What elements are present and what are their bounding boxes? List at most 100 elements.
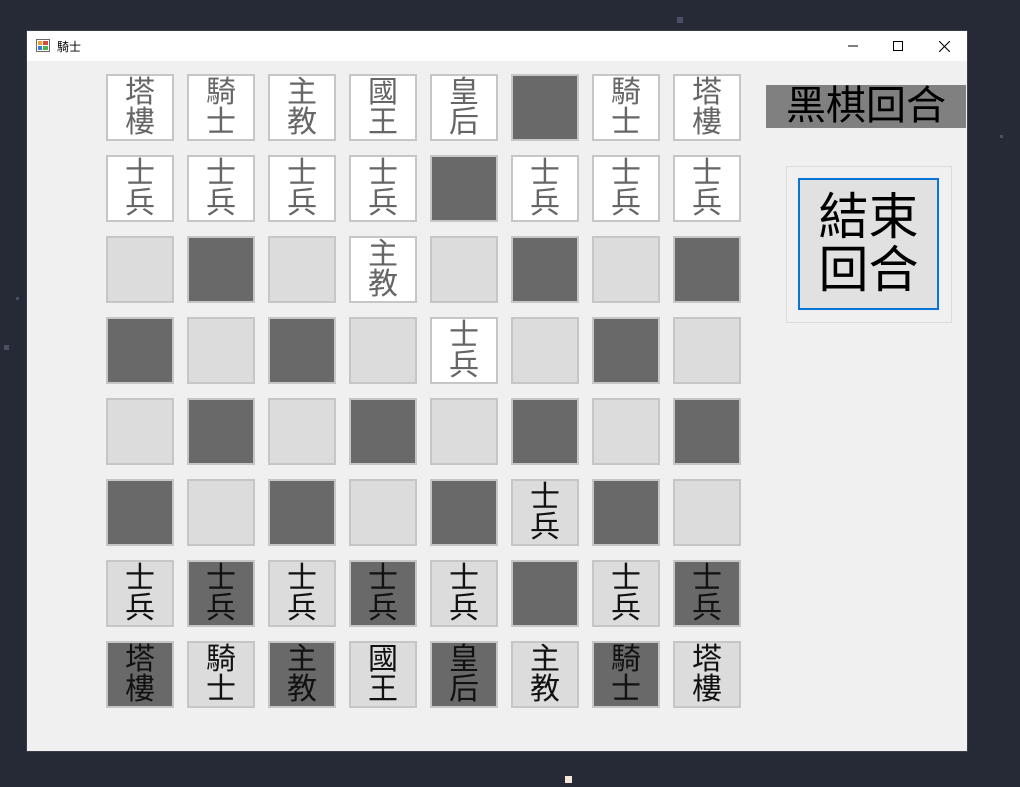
board-square-piece[interactable]: 士兵 bbox=[268, 155, 336, 222]
piece-label: 士兵 bbox=[530, 155, 560, 221]
board-square-empty[interactable] bbox=[430, 236, 498, 303]
board-square-empty[interactable] bbox=[511, 317, 579, 384]
board-square-piece[interactable]: 士兵 bbox=[511, 479, 579, 546]
maximize-button[interactable] bbox=[875, 31, 921, 61]
board-square-piece[interactable]: 士兵 bbox=[187, 155, 255, 222]
board-square-piece[interactable]: 士兵 bbox=[430, 317, 498, 384]
board-square-piece[interactable]: 皇后 bbox=[430, 641, 498, 708]
board-square-empty[interactable] bbox=[349, 398, 417, 465]
end-turn-button[interactable]: 結束回合 bbox=[798, 178, 939, 310]
piece-label: 士兵 bbox=[449, 317, 479, 383]
board-square-piece[interactable]: 國王 bbox=[349, 74, 417, 141]
background-speck bbox=[677, 17, 683, 23]
board-square-piece[interactable]: 主教 bbox=[268, 641, 336, 708]
board-square-piece[interactable]: 主教 bbox=[268, 74, 336, 141]
board-square-piece[interactable]: 騎士 bbox=[187, 641, 255, 708]
board-square-empty[interactable] bbox=[187, 398, 255, 465]
board-square-piece[interactable]: 皇后 bbox=[430, 74, 498, 141]
board-square-empty[interactable] bbox=[349, 317, 417, 384]
board-square-empty[interactable] bbox=[511, 236, 579, 303]
board-square-piece[interactable]: 塔樓 bbox=[106, 641, 174, 708]
app-icon bbox=[36, 39, 50, 52]
board-square-empty[interactable] bbox=[592, 479, 660, 546]
board-square-piece[interactable]: 士兵 bbox=[673, 560, 741, 627]
piece-label: 塔樓 bbox=[125, 74, 155, 140]
app-window: 騎士 塔樓 騎士 主教 國王 皇后 騎士 塔樓 士兵 士兵 士兵 士兵 士兵 士兵 士兵 主教 士兵 士兵 士兵士… bbox=[27, 31, 967, 751]
background-speck bbox=[1000, 135, 1003, 138]
board-square-piece[interactable]: 塔樓 bbox=[673, 74, 741, 141]
board-square-piece[interactable]: 士兵 bbox=[349, 155, 417, 222]
board-square-empty[interactable] bbox=[673, 398, 741, 465]
board-square-empty[interactable] bbox=[592, 398, 660, 465]
piece-label: 士兵 bbox=[125, 560, 155, 626]
piece-label: 士兵 bbox=[611, 560, 641, 626]
board-square-empty[interactable] bbox=[673, 236, 741, 303]
board-square-empty[interactable] bbox=[673, 479, 741, 546]
board-square-piece[interactable]: 士兵 bbox=[511, 155, 579, 222]
board-square-piece[interactable]: 士兵 bbox=[349, 560, 417, 627]
board-square-empty[interactable] bbox=[106, 317, 174, 384]
background-speck bbox=[4, 345, 9, 350]
board-square-empty[interactable] bbox=[268, 236, 336, 303]
board-square-piece[interactable]: 塔樓 bbox=[673, 641, 741, 708]
board-square-empty[interactable] bbox=[430, 155, 498, 222]
board-square-piece[interactable]: 主教 bbox=[349, 236, 417, 303]
board-square-piece[interactable]: 士兵 bbox=[592, 155, 660, 222]
board-square-piece[interactable]: 士兵 bbox=[592, 560, 660, 627]
maximize-icon bbox=[893, 41, 903, 51]
board-square-empty[interactable] bbox=[592, 317, 660, 384]
board-square-piece[interactable]: 士兵 bbox=[430, 560, 498, 627]
board-square-empty[interactable] bbox=[106, 479, 174, 546]
board-square-empty[interactable] bbox=[187, 236, 255, 303]
board-square-empty[interactable] bbox=[511, 560, 579, 627]
piece-label: 士兵 bbox=[206, 155, 236, 221]
board-square-empty[interactable] bbox=[592, 236, 660, 303]
board-square-piece[interactable]: 騎士 bbox=[187, 74, 255, 141]
piece-label: 主教 bbox=[530, 641, 560, 707]
board-square-empty[interactable] bbox=[430, 398, 498, 465]
piece-label: 騎士 bbox=[611, 74, 641, 140]
background-speck bbox=[565, 776, 572, 783]
background-speck bbox=[16, 297, 19, 300]
piece-label: 士兵 bbox=[368, 560, 398, 626]
piece-label: 士兵 bbox=[611, 155, 641, 221]
end-turn-label: 結束回合 bbox=[818, 188, 919, 299]
window-title: 騎士 bbox=[57, 40, 82, 54]
piece-label: 塔樓 bbox=[692, 74, 722, 140]
board-square-piece[interactable]: 士兵 bbox=[673, 155, 741, 222]
board-square-empty[interactable] bbox=[268, 317, 336, 384]
board-square-piece[interactable]: 士兵 bbox=[106, 560, 174, 627]
board-square-empty[interactable] bbox=[511, 74, 579, 141]
piece-label: 國王 bbox=[368, 74, 398, 140]
title-bar[interactable]: 騎士 bbox=[27, 31, 967, 61]
board-square-empty[interactable] bbox=[106, 236, 174, 303]
piece-label: 士兵 bbox=[449, 560, 479, 626]
piece-label: 塔樓 bbox=[125, 641, 155, 707]
piece-label: 士兵 bbox=[125, 155, 155, 221]
piece-label: 士兵 bbox=[287, 155, 317, 221]
board-square-empty[interactable] bbox=[673, 317, 741, 384]
board-square-piece[interactable]: 士兵 bbox=[106, 155, 174, 222]
board-square-piece[interactable]: 士兵 bbox=[268, 560, 336, 627]
board-square-piece[interactable]: 騎士 bbox=[592, 74, 660, 141]
board-square-empty[interactable] bbox=[430, 479, 498, 546]
board-square-empty[interactable] bbox=[511, 398, 579, 465]
piece-label: 主教 bbox=[287, 74, 317, 140]
board-square-piece[interactable]: 國王 bbox=[349, 641, 417, 708]
piece-label: 騎士 bbox=[611, 641, 641, 707]
board-square-empty[interactable] bbox=[268, 398, 336, 465]
board-square-empty[interactable] bbox=[268, 479, 336, 546]
piece-label: 國王 bbox=[368, 641, 398, 707]
close-button[interactable] bbox=[921, 31, 967, 61]
board-square-piece[interactable]: 騎士 bbox=[592, 641, 660, 708]
piece-label: 主教 bbox=[287, 641, 317, 707]
board-square-piece[interactable]: 主教 bbox=[511, 641, 579, 708]
board-square-empty[interactable] bbox=[349, 479, 417, 546]
board-square-empty[interactable] bbox=[187, 479, 255, 546]
minimize-button[interactable] bbox=[830, 31, 876, 61]
piece-label: 騎士 bbox=[206, 74, 236, 140]
board-square-empty[interactable] bbox=[187, 317, 255, 384]
board-square-piece[interactable]: 塔樓 bbox=[106, 74, 174, 141]
board-square-piece[interactable]: 士兵 bbox=[187, 560, 255, 627]
board-square-empty[interactable] bbox=[106, 398, 174, 465]
